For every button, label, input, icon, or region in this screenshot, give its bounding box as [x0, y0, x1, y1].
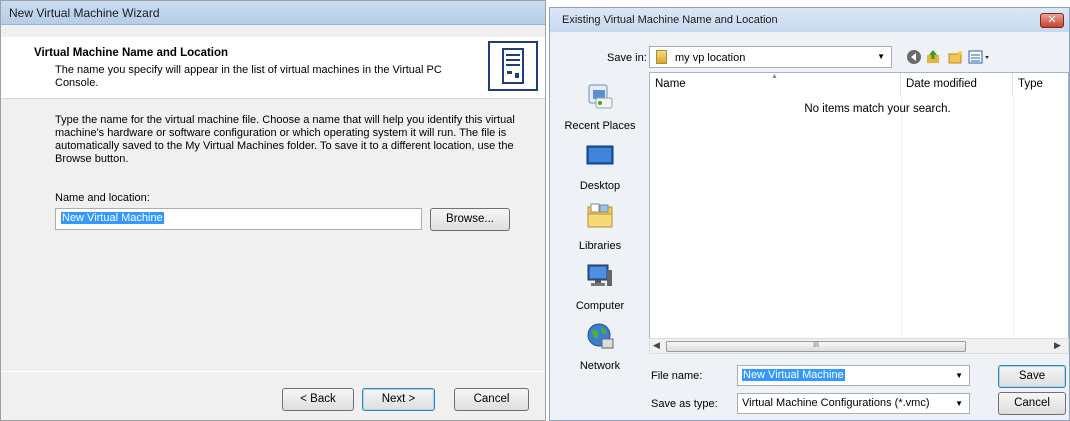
up-folder-icon[interactable]: [925, 49, 941, 65]
wizard-header-title: Virtual Machine Name and Location: [34, 47, 229, 59]
next-button[interactable]: Next >: [362, 388, 435, 411]
save-button[interactable]: Save: [998, 365, 1066, 388]
server-computer-icon: [488, 41, 538, 91]
scroll-left-icon[interactable]: ◀: [653, 340, 660, 351]
chevron-down-icon[interactable]: ▼: [955, 371, 963, 380]
place-label: Network: [579, 360, 621, 372]
folder-icon: [656, 50, 667, 64]
wizard-divider: [1, 371, 545, 372]
scroll-right-icon[interactable]: ▶: [1054, 340, 1061, 351]
column-header-type[interactable]: Type: [1013, 73, 1070, 95]
column-divider: [1013, 95, 1014, 345]
name-location-input[interactable]: New Virtual Machine: [55, 208, 422, 230]
save-as-type-value: Virtual Machine Configurations (*.vmc): [742, 397, 930, 409]
views-menu-icon[interactable]: [968, 49, 992, 65]
desktop-icon: [586, 142, 614, 170]
wizard-header: Virtual Machine Name and Location The na…: [1, 37, 545, 99]
network-icon: [586, 322, 614, 350]
back-button[interactable]: < Back: [282, 388, 354, 411]
file-name-value: New Virtual Machine: [742, 369, 845, 381]
recent-places-icon: [586, 82, 614, 110]
wizard-header-description: The name you specify will appear in the …: [55, 64, 442, 89]
name-location-label: Name and location:: [55, 192, 150, 204]
places-bar: Recent Places Desktop Libraries Computer…: [552, 70, 648, 380]
scrollbar-thumb[interactable]: III: [666, 341, 966, 352]
chevron-down-icon: ▼: [955, 399, 963, 408]
back-icon[interactable]: [906, 49, 922, 65]
browse-button[interactable]: Browse...: [430, 208, 510, 231]
save-dialog-window: Existing Virtual Machine Name and Locati…: [549, 7, 1070, 421]
dialog-title: Existing Virtual Machine Name and Locati…: [550, 8, 1069, 32]
column-header-date-modified[interactable]: Date modified: [901, 73, 1013, 95]
place-label: Computer: [575, 300, 625, 312]
new-vm-wizard-window: New Virtual Machine Wizard Virtual Machi…: [0, 0, 546, 421]
save-as-type-label: Save as type:: [651, 398, 718, 410]
column-divider: [901, 95, 902, 345]
save-in-label: Save in:: [607, 52, 647, 64]
name-location-value: New Virtual Machine: [61, 212, 164, 224]
computer-icon: [586, 262, 614, 290]
place-label: Desktop: [579, 180, 621, 192]
sort-arrow-icon: ▲: [771, 73, 778, 80]
wizard-title: New Virtual Machine Wizard: [1, 1, 545, 25]
save-in-dropdown[interactable]: my vp location ▼: [649, 46, 892, 68]
wizard-instructions: Type the name for the virtual machine fi…: [55, 114, 515, 165]
file-name-input[interactable]: New Virtual Machine ▼: [737, 365, 970, 386]
empty-list-message: No items match your search.: [804, 103, 951, 115]
file-list[interactable]: Name ▲ Date modified Type No items match…: [649, 72, 1069, 350]
close-button[interactable]: ✕: [1040, 13, 1064, 28]
save-as-type-dropdown[interactable]: Virtual Machine Configurations (*.vmc) ▼: [737, 393, 970, 414]
file-name-label: File name:: [651, 370, 703, 382]
dialog-cancel-button[interactable]: Cancel: [998, 392, 1066, 415]
libraries-icon: [586, 202, 614, 230]
new-folder-icon[interactable]: [948, 49, 964, 65]
horizontal-scrollbar[interactable]: ◀ III ▶: [649, 338, 1069, 354]
chevron-down-icon: ▼: [877, 52, 885, 61]
place-label: Recent Places: [564, 120, 636, 132]
place-label: Libraries: [578, 240, 622, 252]
scrollbar-grip: III: [813, 342, 819, 349]
save-in-value: my vp location: [675, 52, 746, 64]
close-icon: ✕: [1047, 14, 1057, 26]
wizard-cancel-button[interactable]: Cancel: [454, 388, 529, 411]
